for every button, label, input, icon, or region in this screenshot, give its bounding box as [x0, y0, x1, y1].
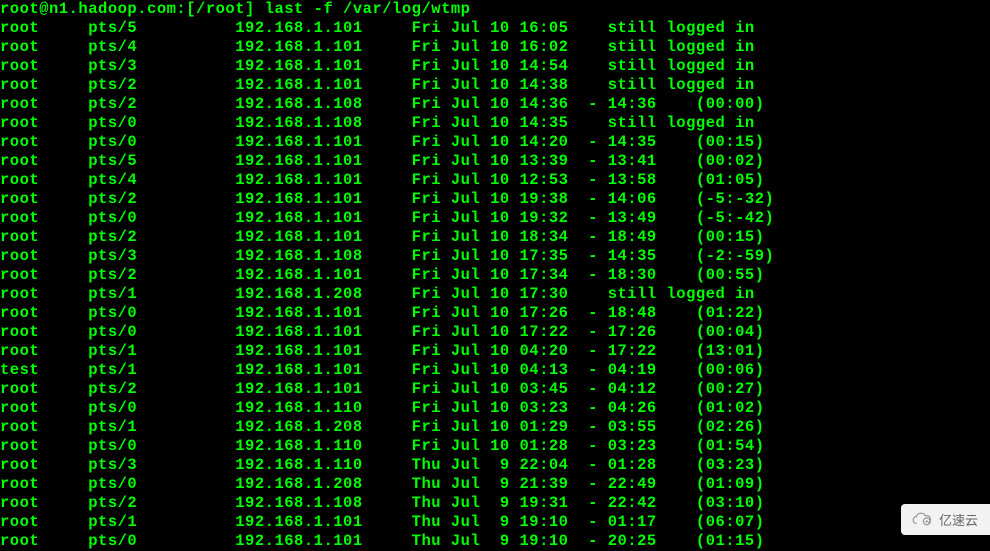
watermark-text: 亿速云	[939, 510, 978, 529]
watermark-badge: 亿速云	[901, 504, 990, 535]
terminal-output[interactable]: root@n1.hadoop.com:[/root] last -f /var/…	[0, 0, 990, 551]
cloud-icon	[911, 512, 933, 528]
prompt-line: root@n1.hadoop.com:[/root] last -f /var/…	[0, 0, 470, 18]
login-records: root pts/5 192.168.1.101 Fri Jul 10 16:0…	[0, 19, 990, 551]
